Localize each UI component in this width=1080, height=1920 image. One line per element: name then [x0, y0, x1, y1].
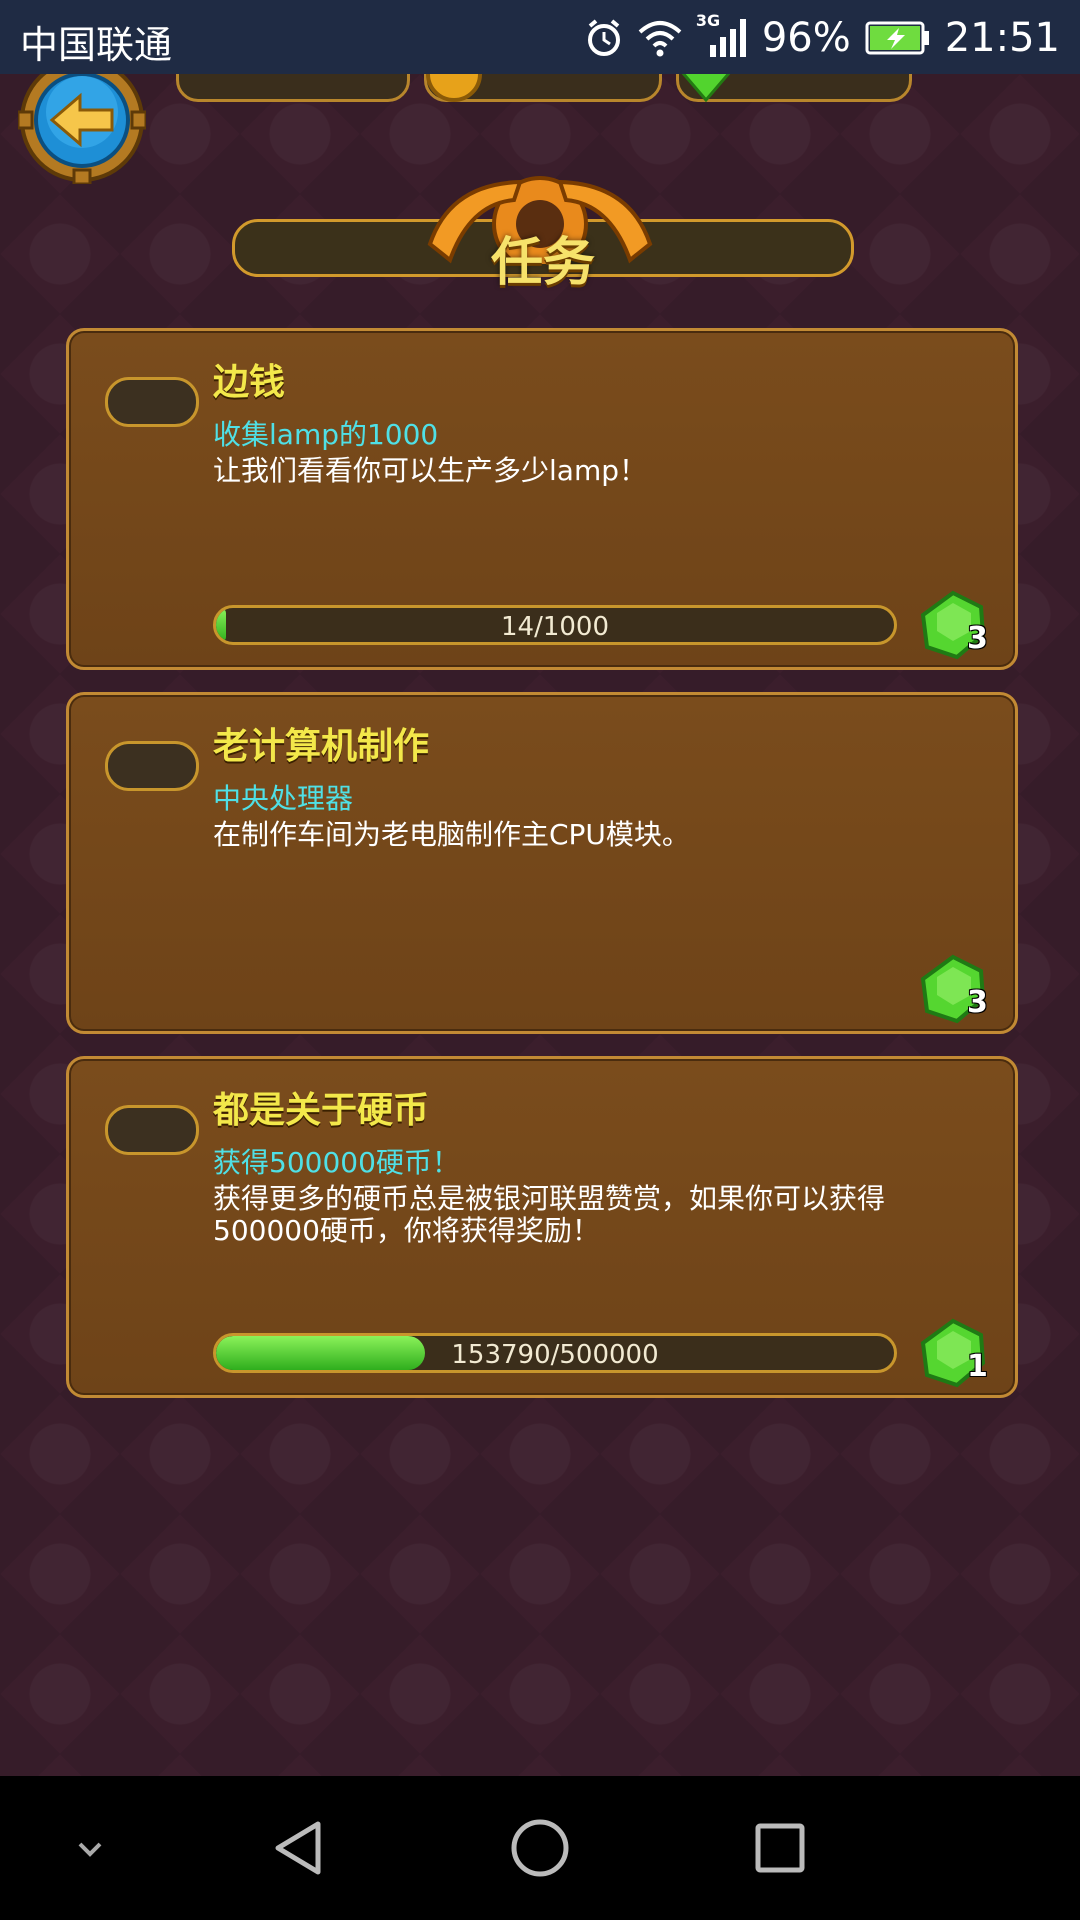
carrier-label: 中国联通 [20, 23, 173, 67]
battery-percent: 96% [761, 15, 851, 61]
progress-text: 153790/500000 [451, 1340, 659, 1370]
quest-subtitle: 收集lamp的1000 [213, 418, 439, 451]
navigation-bar [0, 1776, 1080, 1920]
back-triangle-icon[interactable] [268, 1816, 332, 1880]
signal-icon: 3G [696, 11, 748, 61]
quest-description: 在制作车间为老电脑制作主CPU模块。 [213, 818, 690, 851]
gem-hud-icon [681, 74, 731, 103]
quest-description: 获得更多的硬币总是被银河联盟赞赏，如果你可以获得 500000硬币，你将获得奖励… [213, 1182, 886, 1247]
page-title: 任务 [490, 233, 595, 293]
clock: 21:51 [944, 15, 1060, 61]
quest-card: 老计算机制作 中央处理器 在制作车间为老电脑制作主CPU模块。 3 [66, 692, 1018, 1034]
quest-card: 边钱 收集lamp的1000 让我们看看你可以生产多少lamp！ 14/1000… [66, 328, 1018, 670]
quest-progress-bar: 14/1000 [213, 605, 897, 645]
coin-icon [426, 74, 482, 102]
wifi-icon [638, 21, 682, 57]
home-circle-icon[interactable] [508, 1816, 572, 1880]
quest-title: 边钱 [213, 362, 286, 403]
quest-card: 都是关于硬币 获得500000硬币！ 获得更多的硬币总是被银河联盟赞赏，如果你可… [66, 1056, 1018, 1398]
reward-count: 3 [967, 985, 988, 1020]
chevron-down-icon[interactable] [58, 1816, 122, 1880]
quest-select-toggle[interactable] [105, 741, 199, 791]
hud-level-pill [176, 74, 410, 102]
back-button[interactable] [18, 74, 146, 184]
alarm-icon [587, 19, 620, 56]
quest-select-toggle[interactable] [105, 377, 199, 427]
game-screen: 任务 边钱 收集lamp的1000 让我们看看你可以生产多少lamp！ 14/1… [0, 74, 1080, 1776]
quest-subtitle: 中央处理器 [213, 782, 354, 815]
quest-title: 都是关于硬币 [213, 1090, 430, 1131]
progress-text: 14/1000 [500, 612, 609, 642]
quest-progress-bar: 153790/500000 [213, 1333, 897, 1373]
quest-description: 让我们看看你可以生产多少lamp！ [213, 454, 647, 487]
recent-square-icon[interactable] [748, 1816, 812, 1880]
quest-select-toggle[interactable] [105, 1105, 199, 1155]
status-bar: 中国联通 3G 96% 21:51 [0, 0, 1080, 74]
reward-count: 1 [967, 1349, 988, 1384]
battery-charging-icon [865, 21, 929, 55]
quest-subtitle: 获得500000硬币！ [213, 1146, 460, 1179]
quest-title: 老计算机制作 [213, 726, 430, 767]
reward-count: 3 [967, 621, 988, 656]
status-icons: 3G 96% 21:51 [584, 10, 1060, 66]
